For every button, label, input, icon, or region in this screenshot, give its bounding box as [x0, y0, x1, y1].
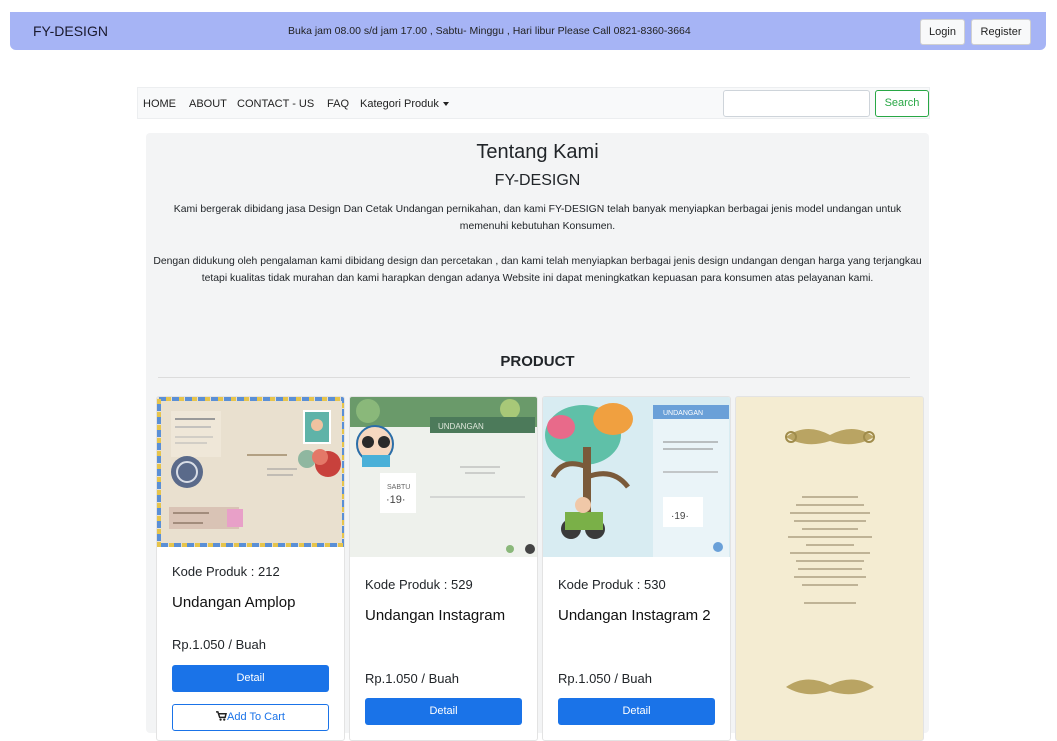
instagram-invitation-2-image[interactable]: UNDANGAN ·19· [543, 397, 731, 557]
product-price: Rp.1.050 / Buah [558, 671, 652, 686]
detail-button[interactable]: Detail [365, 698, 522, 725]
product-code: Kode Produk : 529 [365, 577, 473, 592]
product-price: Rp.1.050 / Buah [172, 637, 266, 652]
main-navbar: HOME ABOUT CONTACT - US FAQ Kategori Pro… [137, 87, 930, 119]
svg-text:SABTU: SABTU [387, 484, 410, 491]
product-price: Rp.1.050 / Buah [365, 671, 459, 686]
product-card [735, 396, 924, 741]
add-to-cart-label: Add To Cart [227, 711, 285, 723]
detail-button[interactable]: Detail [172, 665, 329, 692]
nav-about[interactable]: ABOUT [189, 98, 227, 110]
nav-kategori-label: Kategori Produk [360, 98, 439, 110]
product-card: Kode Produk : 212 Undangan Amplop Rp.1.0… [156, 396, 345, 741]
nav-home[interactable]: HOME [143, 98, 176, 110]
instagram-invitation-image[interactable]: UNDANGAN SABTU ·19· [350, 397, 538, 557]
search-input[interactable] [723, 90, 870, 117]
product-heading: PRODUCT [500, 353, 575, 370]
caret-down-icon [442, 102, 449, 106]
product-name: Undangan Instagram 2 [558, 607, 711, 624]
add-to-cart-button[interactable]: Add To Cart [172, 704, 329, 731]
svg-text:UNDANGAN: UNDANGAN [663, 410, 703, 417]
vintage-invitation-image[interactable] [736, 397, 924, 725]
about-paragraph-2: Dengan didukung oleh pengalaman kami dib… [153, 256, 922, 284]
search-button[interactable]: Search [875, 90, 929, 117]
product-code: Kode Produk : 212 [172, 564, 280, 579]
nav-contact-us[interactable]: CONTACT - US [237, 98, 314, 110]
about-title: Tentang Kami [476, 141, 599, 163]
cart-icon [216, 711, 228, 721]
top-header: FY-DESIGN Buka jam 08.00 s/d jam 17.00 ,… [10, 12, 1046, 50]
product-name: Undangan Instagram [365, 607, 506, 624]
svg-text:·19·: ·19· [671, 511, 689, 522]
login-button[interactable]: Login [920, 19, 965, 45]
svg-text:UNDANGAN: UNDANGAN [438, 422, 484, 431]
product-code: Kode Produk : 530 [558, 577, 666, 592]
divider [158, 377, 910, 378]
register-button[interactable]: Register [971, 19, 1031, 45]
about-subtitle: FY-DESIGN [494, 172, 581, 189]
detail-button[interactable]: Detail [558, 698, 715, 725]
about-paragraph-1: Kami bergerak dibidang jasa Design Dan C… [173, 204, 902, 232]
about-section: Tentang Kami FY-DESIGN Kami bergerak dib… [146, 133, 929, 741]
nav-faq[interactable]: FAQ [327, 98, 349, 110]
nav-kategori-produk-dropdown[interactable]: Kategori Produk [360, 98, 449, 110]
envelope-invitation-image[interactable] [157, 397, 345, 547]
product-card: UNDANGAN SABTU ·19· Kode Produk : 529 Un… [349, 396, 538, 741]
opening-hours-notice: Buka jam 08.00 s/d jam 17.00 , Sabtu- Mi… [288, 25, 691, 37]
svg-text:·19·: ·19· [386, 494, 406, 506]
product-name: Undangan Amplop [172, 594, 296, 611]
product-card: UNDANGAN ·19· Kode Produk : 530 Undangan… [542, 396, 731, 741]
brand-logo[interactable]: FY-DESIGN [33, 23, 108, 39]
